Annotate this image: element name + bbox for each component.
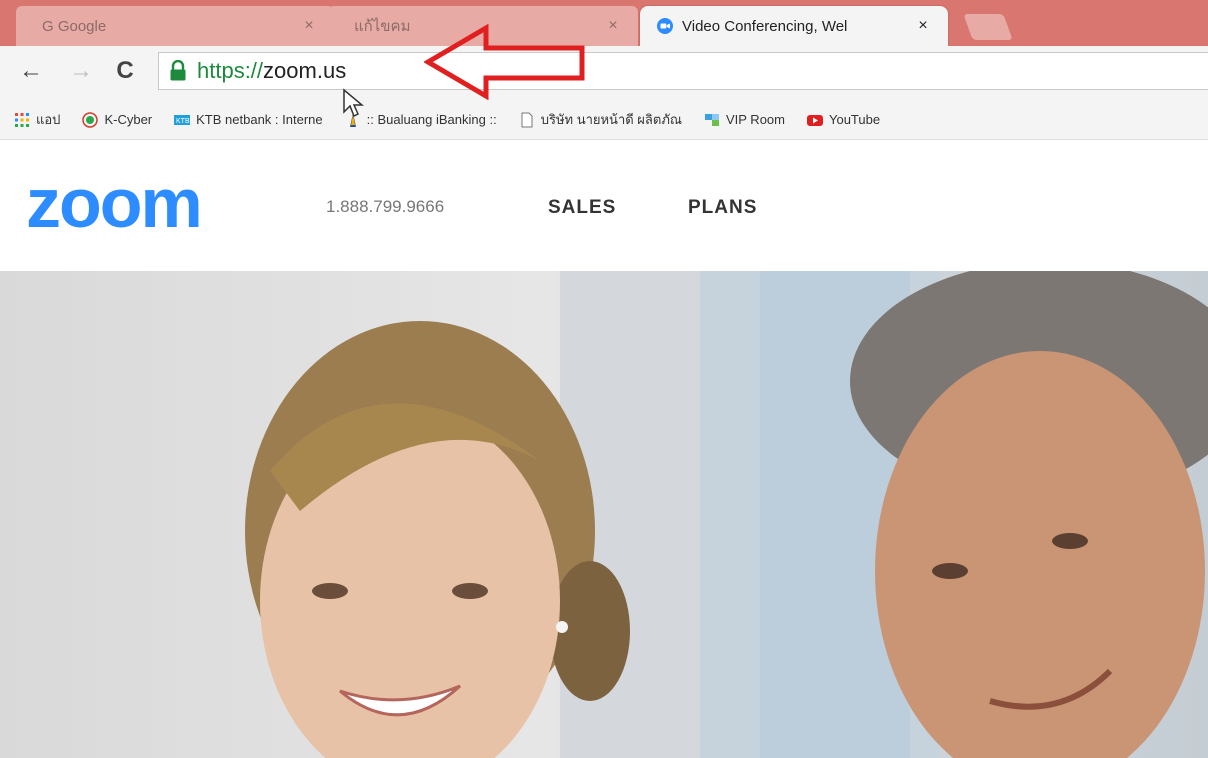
bookmark-label: แอป (36, 112, 61, 127)
tab-zoom-active[interactable]: Video Conferencing, Wel × (640, 6, 948, 46)
close-icon[interactable]: × (604, 17, 622, 35)
bookmark-k-cyber[interactable]: K-Cyber (82, 111, 153, 128)
tab-strip: G Google × แก้ไขคม × Video Conferencing,… (0, 0, 1208, 46)
reload-button[interactable]: C (110, 56, 140, 86)
bookmark-label: YouTube (828, 112, 881, 127)
hero-image (0, 271, 1208, 758)
zoom-logo[interactable]: zoom (26, 163, 203, 243)
bookmark-vip-room[interactable]: VIP Room (704, 112, 785, 128)
bookmark-label: K-Cyber (104, 112, 153, 127)
red-arrow-annotation-icon (424, 24, 585, 100)
zoom-favicon-icon (657, 18, 673, 34)
bookmark-thai-company[interactable]: บริษัท นายหน้าดี ผลิตภัณ (519, 109, 682, 130)
browser-toolbar: ← → C https://zoom.us (0, 46, 1208, 100)
bookmark-label: :: Bualuang iBanking :: (366, 112, 497, 127)
kbank-icon (82, 111, 99, 128)
tab-title: G Google (42, 17, 107, 35)
nav-plans[interactable]: PLANS (688, 197, 757, 219)
ktb-icon: KTB (174, 114, 191, 125)
youtube-icon (806, 114, 823, 126)
bookmark-youtube[interactable]: YouTube (806, 112, 881, 128)
hero-photo-illustration (245, 271, 1208, 758)
phone-number[interactable]: 1.888.799.9666 (326, 197, 444, 217)
close-icon[interactable]: × (300, 17, 318, 35)
site-header: zoom 1.888.799.9666 SALES PLANS (0, 141, 1208, 271)
bookmark-bualuang[interactable]: :: Bualuang iBanking :: (345, 112, 497, 128)
close-icon[interactable]: × (914, 17, 932, 35)
url-scheme: https:// (197, 58, 264, 83)
bookmark-apps[interactable]: แอป (14, 109, 60, 130)
tab-google[interactable]: G Google × (16, 6, 334, 46)
apps-grid-icon (15, 112, 29, 127)
nav-sales[interactable]: SALES (548, 197, 616, 219)
forward-button[interactable]: → (66, 56, 96, 86)
tab-title: Video Conferencing, Wel (682, 17, 848, 35)
url-host: zoom.us (263, 58, 347, 83)
svg-text:KTB: KTB (176, 118, 190, 125)
new-tab-button[interactable] (963, 14, 1013, 40)
back-button[interactable]: ← (16, 56, 46, 86)
bookmark-ktb-netbank[interactable]: KTB KTB netbank : Interne (174, 112, 323, 128)
address-bar[interactable]: https://zoom.us (158, 52, 1208, 90)
bookmark-label: VIP Room (725, 112, 785, 127)
mouse-cursor-icon (343, 88, 364, 118)
vip-room-icon (704, 113, 719, 126)
page-icon (521, 112, 533, 127)
bookmarks-bar: แอป K-Cyber KTB KTB netbank : Interne ::… (0, 100, 1208, 140)
bookmark-label: KTB netbank : Interne (196, 112, 323, 127)
lock-icon (170, 60, 186, 81)
bookmark-label: บริษัท นายหน้าดี ผลิตภัณ (540, 112, 682, 127)
